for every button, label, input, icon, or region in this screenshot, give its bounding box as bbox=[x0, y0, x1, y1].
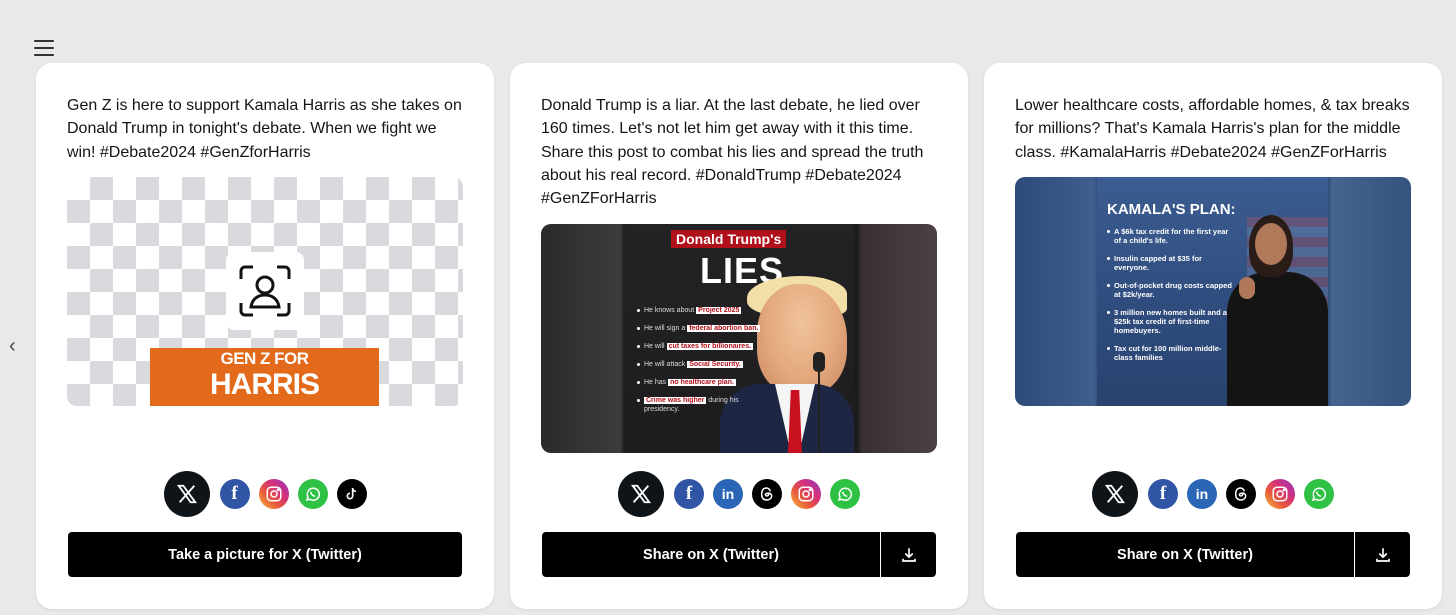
instagram-icon[interactable] bbox=[1265, 479, 1295, 509]
lie-item: He will cut taxes for billionaires. bbox=[637, 342, 767, 351]
social-share-row: f bbox=[36, 471, 494, 517]
tiktok-icon[interactable] bbox=[336, 479, 367, 509]
whatsapp-icon[interactable] bbox=[1304, 479, 1334, 509]
download-icon[interactable] bbox=[881, 532, 936, 577]
facebook-icon[interactable]: f bbox=[674, 479, 704, 509]
post-card-trump-lies: Donald Trump is a liar. At the last deba… bbox=[510, 63, 968, 609]
linkedin-icon[interactable]: in bbox=[713, 479, 743, 509]
kamala-plan-graphic: KAMALA'S PLAN: A $6k tax credit for the … bbox=[1097, 177, 1328, 406]
trump-lies-graphic: Donald Trump's LIES He knows about Proje… bbox=[625, 224, 854, 453]
download-icon[interactable] bbox=[1355, 532, 1410, 577]
post-text: Gen Z is here to support Kamala Harris a… bbox=[67, 97, 462, 161]
lie-item: He knows about Project 2025 bbox=[637, 306, 767, 315]
image-title: KAMALA'S PLAN: bbox=[1107, 201, 1236, 218]
camera-portrait-icon[interactable] bbox=[226, 252, 304, 330]
post-card-kamala-plan: Lower healthcare costs, affordable homes… bbox=[984, 63, 1442, 609]
microphone-icon bbox=[813, 352, 825, 372]
kamala-plan-image: KAMALA'S PLAN: A $6k tax credit for the … bbox=[1015, 177, 1411, 406]
plan-item: A $6k tax credit for the first year of a… bbox=[1107, 227, 1237, 245]
portrait-hand bbox=[1239, 277, 1255, 299]
portrait-face bbox=[1255, 223, 1287, 265]
lies-list: He knows about Project 2025 He will sign… bbox=[637, 306, 767, 423]
genz-for-harris-banner: GEN Z FOR HARRIS bbox=[150, 348, 379, 406]
linkedin-icon[interactable]: in bbox=[1187, 479, 1217, 509]
banner-line2: HARRIS bbox=[209, 368, 320, 401]
photo-frame-template[interactable]: GEN Z FOR HARRIS bbox=[67, 177, 463, 406]
whatsapp-icon[interactable] bbox=[830, 479, 860, 509]
share-button-group: Share on X (Twitter) bbox=[1016, 532, 1410, 577]
facebook-icon[interactable]: f bbox=[219, 479, 250, 509]
portrait-face bbox=[757, 284, 847, 394]
banner-line1: GEN Z FOR bbox=[220, 349, 309, 368]
facebook-icon[interactable]: f bbox=[1148, 479, 1178, 509]
post-text: Donald Trump is a liar. At the last deba… bbox=[541, 97, 924, 208]
share-on-x-button[interactable]: Share on X (Twitter) bbox=[542, 532, 880, 577]
chevron-left-icon[interactable]: ‹ bbox=[9, 336, 16, 356]
trump-lies-image: Donald Trump's LIES He knows about Proje… bbox=[541, 224, 937, 453]
plan-item: Tax cut for 100 million middle-class fam… bbox=[1107, 344, 1237, 362]
share-on-x-button[interactable]: Share on X (Twitter) bbox=[1016, 532, 1354, 577]
lie-item: Crime was higher during his presidency. bbox=[637, 396, 767, 414]
plan-item: Insulin capped at $35 for everyone. bbox=[1107, 254, 1237, 272]
image-title-top: Donald Trump's bbox=[671, 230, 787, 248]
microphone-stand bbox=[818, 372, 820, 453]
x-twitter-icon[interactable] bbox=[163, 471, 210, 517]
social-share-row: f in bbox=[984, 471, 1442, 517]
post-card-genz: Gen Z is here to support Kamala Harris a… bbox=[36, 63, 494, 609]
social-share-row: f in bbox=[510, 471, 968, 517]
x-twitter-icon[interactable] bbox=[1092, 471, 1138, 517]
share-button-group: Share on X (Twitter) bbox=[542, 532, 936, 577]
lie-item: He has no healthcare plan. bbox=[637, 378, 767, 387]
instagram-icon[interactable] bbox=[791, 479, 821, 509]
threads-icon[interactable] bbox=[752, 479, 782, 509]
plan-item: Out-of-pocket drug costs capped at $2k/y… bbox=[1107, 281, 1237, 299]
post-text: Lower healthcare costs, affordable homes… bbox=[1015, 97, 1410, 161]
hamburger-menu-icon[interactable] bbox=[34, 40, 54, 56]
lie-item: He will attack Social Security. bbox=[637, 360, 767, 369]
x-twitter-icon[interactable] bbox=[618, 471, 664, 517]
instagram-icon[interactable] bbox=[258, 479, 289, 509]
whatsapp-icon[interactable] bbox=[297, 479, 328, 509]
take-picture-button[interactable]: Take a picture for X (Twitter) bbox=[68, 532, 462, 577]
lie-item: He will sign a federal abortion ban. bbox=[637, 324, 767, 333]
plan-item: 3 million new homes built and a $25k tax… bbox=[1107, 308, 1237, 335]
threads-icon[interactable] bbox=[1226, 479, 1256, 509]
plan-list: A $6k tax credit for the first year of a… bbox=[1107, 227, 1237, 371]
